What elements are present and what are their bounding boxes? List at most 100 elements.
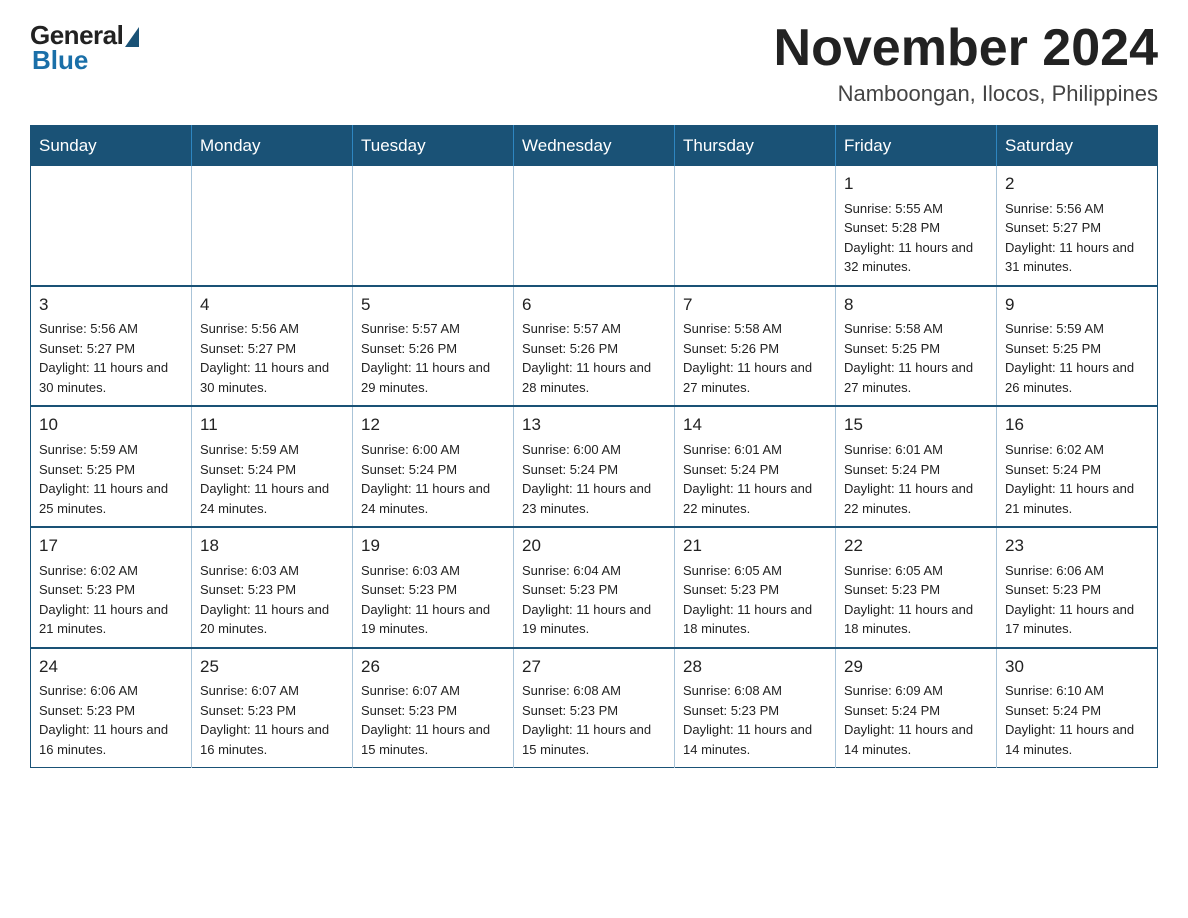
location-title: Namboongan, Ilocos, Philippines xyxy=(774,81,1158,107)
day-number: 19 xyxy=(361,534,505,559)
calendar-cell: 27Sunrise: 6:08 AM Sunset: 5:23 PM Dayli… xyxy=(514,648,675,768)
calendar-cell: 22Sunrise: 6:05 AM Sunset: 5:23 PM Dayli… xyxy=(836,527,997,648)
day-number: 4 xyxy=(200,293,344,318)
day-info: Sunrise: 6:09 AM Sunset: 5:24 PM Dayligh… xyxy=(844,681,988,759)
calendar-cell xyxy=(675,166,836,286)
calendar-cell xyxy=(31,166,192,286)
day-info: Sunrise: 6:04 AM Sunset: 5:23 PM Dayligh… xyxy=(522,561,666,639)
day-number: 21 xyxy=(683,534,827,559)
day-number: 14 xyxy=(683,413,827,438)
calendar-cell: 25Sunrise: 6:07 AM Sunset: 5:23 PM Dayli… xyxy=(192,648,353,768)
day-info: Sunrise: 6:05 AM Sunset: 5:23 PM Dayligh… xyxy=(683,561,827,639)
day-number: 24 xyxy=(39,655,183,680)
week-row-2: 3Sunrise: 5:56 AM Sunset: 5:27 PM Daylig… xyxy=(31,286,1158,407)
day-number: 13 xyxy=(522,413,666,438)
calendar-cell: 15Sunrise: 6:01 AM Sunset: 5:24 PM Dayli… xyxy=(836,406,997,527)
title-area: November 2024 Namboongan, Ilocos, Philip… xyxy=(774,20,1158,107)
day-info: Sunrise: 5:56 AM Sunset: 5:27 PM Dayligh… xyxy=(39,319,183,397)
day-number: 27 xyxy=(522,655,666,680)
logo-triangle-icon xyxy=(125,27,139,47)
calendar-cell: 10Sunrise: 5:59 AM Sunset: 5:25 PM Dayli… xyxy=(31,406,192,527)
calendar-cell: 11Sunrise: 5:59 AM Sunset: 5:24 PM Dayli… xyxy=(192,406,353,527)
week-row-3: 10Sunrise: 5:59 AM Sunset: 5:25 PM Dayli… xyxy=(31,406,1158,527)
header-day-friday: Friday xyxy=(836,126,997,167)
day-info: Sunrise: 6:00 AM Sunset: 5:24 PM Dayligh… xyxy=(361,440,505,518)
header-area: General Blue November 2024 Namboongan, I… xyxy=(30,20,1158,107)
calendar-cell: 13Sunrise: 6:00 AM Sunset: 5:24 PM Dayli… xyxy=(514,406,675,527)
day-number: 2 xyxy=(1005,172,1149,197)
day-info: Sunrise: 6:06 AM Sunset: 5:23 PM Dayligh… xyxy=(39,681,183,759)
header-day-wednesday: Wednesday xyxy=(514,126,675,167)
day-info: Sunrise: 6:01 AM Sunset: 5:24 PM Dayligh… xyxy=(844,440,988,518)
calendar-cell: 26Sunrise: 6:07 AM Sunset: 5:23 PM Dayli… xyxy=(353,648,514,768)
week-row-1: 1Sunrise: 5:55 AM Sunset: 5:28 PM Daylig… xyxy=(31,166,1158,286)
day-number: 28 xyxy=(683,655,827,680)
calendar-cell: 9Sunrise: 5:59 AM Sunset: 5:25 PM Daylig… xyxy=(997,286,1158,407)
calendar-cell: 7Sunrise: 5:58 AM Sunset: 5:26 PM Daylig… xyxy=(675,286,836,407)
day-number: 26 xyxy=(361,655,505,680)
header-day-monday: Monday xyxy=(192,126,353,167)
day-info: Sunrise: 5:59 AM Sunset: 5:25 PM Dayligh… xyxy=(1005,319,1149,397)
calendar-table: SundayMondayTuesdayWednesdayThursdayFrid… xyxy=(30,125,1158,768)
day-info: Sunrise: 6:01 AM Sunset: 5:24 PM Dayligh… xyxy=(683,440,827,518)
calendar-cell: 20Sunrise: 6:04 AM Sunset: 5:23 PM Dayli… xyxy=(514,527,675,648)
day-number: 9 xyxy=(1005,293,1149,318)
day-number: 30 xyxy=(1005,655,1149,680)
day-info: Sunrise: 5:56 AM Sunset: 5:27 PM Dayligh… xyxy=(1005,199,1149,277)
day-info: Sunrise: 5:58 AM Sunset: 5:25 PM Dayligh… xyxy=(844,319,988,397)
day-number: 23 xyxy=(1005,534,1149,559)
day-info: Sunrise: 5:57 AM Sunset: 5:26 PM Dayligh… xyxy=(522,319,666,397)
calendar-cell: 24Sunrise: 6:06 AM Sunset: 5:23 PM Dayli… xyxy=(31,648,192,768)
calendar-cell: 3Sunrise: 5:56 AM Sunset: 5:27 PM Daylig… xyxy=(31,286,192,407)
day-number: 1 xyxy=(844,172,988,197)
day-number: 20 xyxy=(522,534,666,559)
day-info: Sunrise: 5:56 AM Sunset: 5:27 PM Dayligh… xyxy=(200,319,344,397)
logo-blue-text: Blue xyxy=(32,45,88,76)
day-number: 5 xyxy=(361,293,505,318)
calendar-cell: 30Sunrise: 6:10 AM Sunset: 5:24 PM Dayli… xyxy=(997,648,1158,768)
day-info: Sunrise: 5:59 AM Sunset: 5:24 PM Dayligh… xyxy=(200,440,344,518)
day-info: Sunrise: 5:55 AM Sunset: 5:28 PM Dayligh… xyxy=(844,199,988,277)
day-info: Sunrise: 6:08 AM Sunset: 5:23 PM Dayligh… xyxy=(522,681,666,759)
calendar-cell: 18Sunrise: 6:03 AM Sunset: 5:23 PM Dayli… xyxy=(192,527,353,648)
calendar-cell: 8Sunrise: 5:58 AM Sunset: 5:25 PM Daylig… xyxy=(836,286,997,407)
calendar-cell: 4Sunrise: 5:56 AM Sunset: 5:27 PM Daylig… xyxy=(192,286,353,407)
week-row-4: 17Sunrise: 6:02 AM Sunset: 5:23 PM Dayli… xyxy=(31,527,1158,648)
day-number: 8 xyxy=(844,293,988,318)
day-info: Sunrise: 6:10 AM Sunset: 5:24 PM Dayligh… xyxy=(1005,681,1149,759)
calendar-cell: 29Sunrise: 6:09 AM Sunset: 5:24 PM Dayli… xyxy=(836,648,997,768)
calendar-cell: 6Sunrise: 5:57 AM Sunset: 5:26 PM Daylig… xyxy=(514,286,675,407)
header-day-saturday: Saturday xyxy=(997,126,1158,167)
day-number: 7 xyxy=(683,293,827,318)
day-number: 16 xyxy=(1005,413,1149,438)
month-title: November 2024 xyxy=(774,20,1158,77)
calendar-cell: 14Sunrise: 6:01 AM Sunset: 5:24 PM Dayli… xyxy=(675,406,836,527)
day-info: Sunrise: 5:58 AM Sunset: 5:26 PM Dayligh… xyxy=(683,319,827,397)
week-row-5: 24Sunrise: 6:06 AM Sunset: 5:23 PM Dayli… xyxy=(31,648,1158,768)
calendar-cell: 17Sunrise: 6:02 AM Sunset: 5:23 PM Dayli… xyxy=(31,527,192,648)
day-number: 18 xyxy=(200,534,344,559)
header-day-sunday: Sunday xyxy=(31,126,192,167)
day-info: Sunrise: 6:03 AM Sunset: 5:23 PM Dayligh… xyxy=(200,561,344,639)
day-info: Sunrise: 6:06 AM Sunset: 5:23 PM Dayligh… xyxy=(1005,561,1149,639)
calendar-cell: 5Sunrise: 5:57 AM Sunset: 5:26 PM Daylig… xyxy=(353,286,514,407)
calendar-cell: 1Sunrise: 5:55 AM Sunset: 5:28 PM Daylig… xyxy=(836,166,997,286)
calendar-cell xyxy=(353,166,514,286)
day-number: 25 xyxy=(200,655,344,680)
day-info: Sunrise: 6:02 AM Sunset: 5:23 PM Dayligh… xyxy=(39,561,183,639)
calendar-cell: 12Sunrise: 6:00 AM Sunset: 5:24 PM Dayli… xyxy=(353,406,514,527)
calendar-header-row: SundayMondayTuesdayWednesdayThursdayFrid… xyxy=(31,126,1158,167)
day-number: 11 xyxy=(200,413,344,438)
day-info: Sunrise: 5:57 AM Sunset: 5:26 PM Dayligh… xyxy=(361,319,505,397)
day-number: 12 xyxy=(361,413,505,438)
day-number: 3 xyxy=(39,293,183,318)
day-info: Sunrise: 6:00 AM Sunset: 5:24 PM Dayligh… xyxy=(522,440,666,518)
day-info: Sunrise: 6:07 AM Sunset: 5:23 PM Dayligh… xyxy=(361,681,505,759)
header-day-thursday: Thursday xyxy=(675,126,836,167)
day-info: Sunrise: 6:05 AM Sunset: 5:23 PM Dayligh… xyxy=(844,561,988,639)
day-number: 10 xyxy=(39,413,183,438)
calendar-cell: 16Sunrise: 6:02 AM Sunset: 5:24 PM Dayli… xyxy=(997,406,1158,527)
logo: General Blue xyxy=(30,20,139,76)
day-number: 22 xyxy=(844,534,988,559)
calendar-cell: 19Sunrise: 6:03 AM Sunset: 5:23 PM Dayli… xyxy=(353,527,514,648)
